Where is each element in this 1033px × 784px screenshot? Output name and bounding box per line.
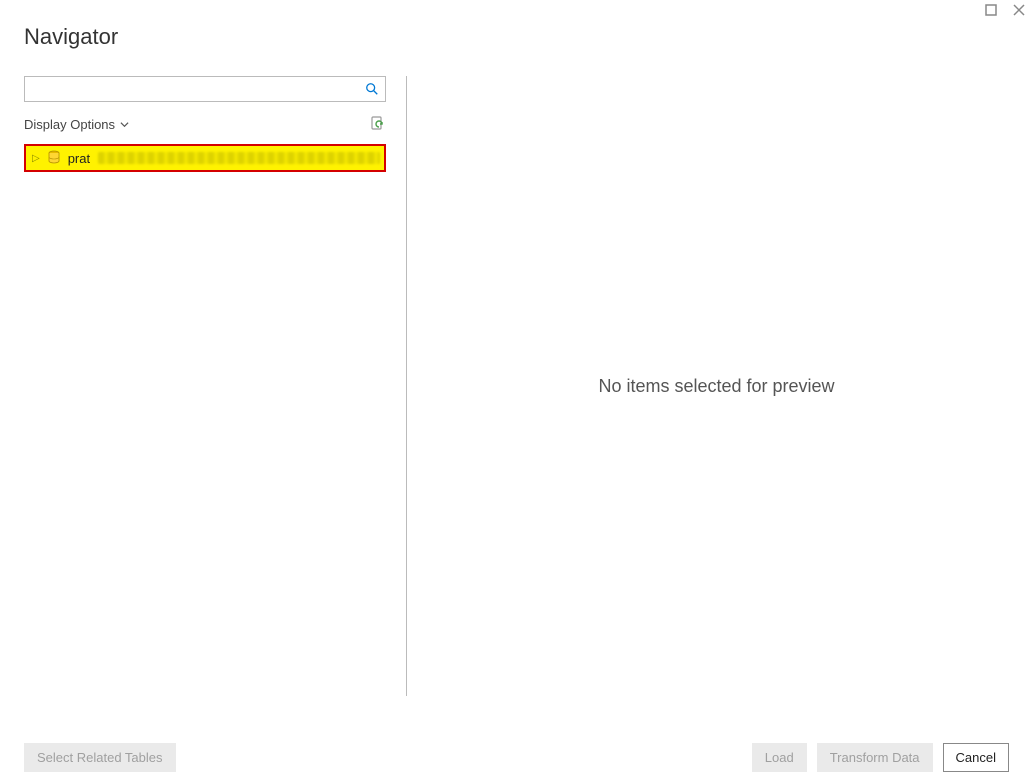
tree-item-label-redacted: [98, 152, 380, 164]
display-options-dropdown[interactable]: Display Options: [24, 117, 129, 132]
chevron-down-icon: [120, 117, 129, 132]
load-button[interactable]: Load: [752, 743, 807, 772]
refresh-icon[interactable]: [370, 116, 386, 132]
select-related-tables-button[interactable]: Select Related Tables: [24, 743, 176, 772]
preview-empty-message: No items selected for preview: [598, 376, 834, 397]
close-icon[interactable]: [1013, 4, 1025, 16]
tree: ▷ prat: [24, 144, 386, 172]
page-title: Navigator: [24, 24, 118, 50]
tree-item-label: prat: [68, 151, 90, 166]
tree-item-database[interactable]: ▷ prat: [24, 144, 386, 172]
cancel-button[interactable]: Cancel: [943, 743, 1009, 772]
panel-divider: [406, 76, 407, 696]
left-panel: Display Options ▷ prat: [24, 76, 386, 172]
search-input[interactable]: [25, 77, 359, 101]
search-box[interactable]: [24, 76, 386, 102]
search-icon[interactable]: [359, 82, 385, 96]
transform-data-button[interactable]: Transform Data: [817, 743, 933, 772]
preview-area: No items selected for preview: [420, 76, 1013, 696]
expand-icon[interactable]: ▷: [32, 153, 40, 164]
database-icon: [48, 150, 60, 167]
maximize-icon[interactable]: [985, 4, 997, 16]
display-options-label: Display Options: [24, 117, 115, 132]
